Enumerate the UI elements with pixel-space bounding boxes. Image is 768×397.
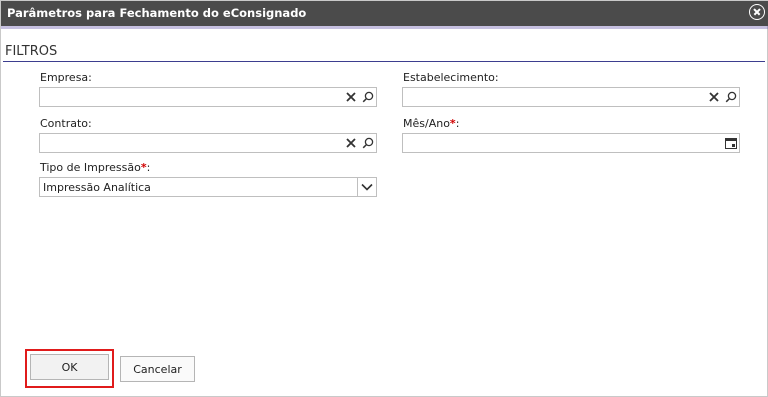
ok-button[interactable]: OK	[30, 354, 109, 380]
section-title: FILTROS	[5, 44, 58, 59]
tipo-impressao-label-suffix: :	[146, 161, 151, 174]
contrato-field	[39, 133, 377, 153]
tipo-impressao-label: Tipo de Impressão*:	[40, 161, 150, 174]
estabelecimento-input[interactable]	[403, 88, 703, 106]
search-contrato-icon[interactable]	[359, 134, 376, 152]
search-estabelecimento-icon[interactable]	[722, 88, 739, 106]
tipo-impressao-value: Impressão Analítica	[43, 181, 151, 194]
estabelecimento-label: Estabelecimento:	[403, 71, 499, 84]
mes-ano-label-text: Mês/Ano	[403, 117, 450, 130]
empresa-input[interactable]	[40, 88, 340, 106]
mes-ano-label: Mês/Ano*:	[403, 117, 459, 130]
tipo-impressao-label-text: Tipo de Impressão	[40, 161, 141, 174]
clear-empresa-icon[interactable]	[342, 88, 359, 106]
cancel-button[interactable]: Cancelar	[120, 356, 195, 382]
section-divider	[3, 61, 765, 62]
contrato-label: Contrato:	[40, 117, 92, 130]
close-icon[interactable]	[749, 4, 765, 20]
mes-ano-field	[402, 133, 740, 153]
dialog-title: Parâmetros para Fechamento do eConsignad…	[7, 6, 307, 20]
title-bar: Parâmetros para Fechamento do eConsignad…	[1, 1, 768, 26]
estabelecimento-field	[402, 87, 740, 107]
mes-ano-input[interactable]	[403, 134, 721, 152]
clear-contrato-icon[interactable]	[342, 134, 359, 152]
mes-ano-label-suffix: :	[455, 117, 460, 130]
empresa-label: Empresa:	[40, 71, 92, 84]
dialog-window: Parâmetros para Fechamento do eConsignad…	[0, 0, 768, 397]
title-underline	[1, 26, 768, 29]
calendar-icon[interactable]	[722, 134, 739, 152]
contrato-input[interactable]	[40, 134, 340, 152]
clear-estabelecimento-icon[interactable]	[705, 88, 722, 106]
search-empresa-icon[interactable]	[359, 88, 376, 106]
chevron-down-icon[interactable]	[357, 178, 376, 196]
empresa-field	[39, 87, 377, 107]
tipo-impressao-select[interactable]: Impressão Analítica	[39, 177, 377, 197]
